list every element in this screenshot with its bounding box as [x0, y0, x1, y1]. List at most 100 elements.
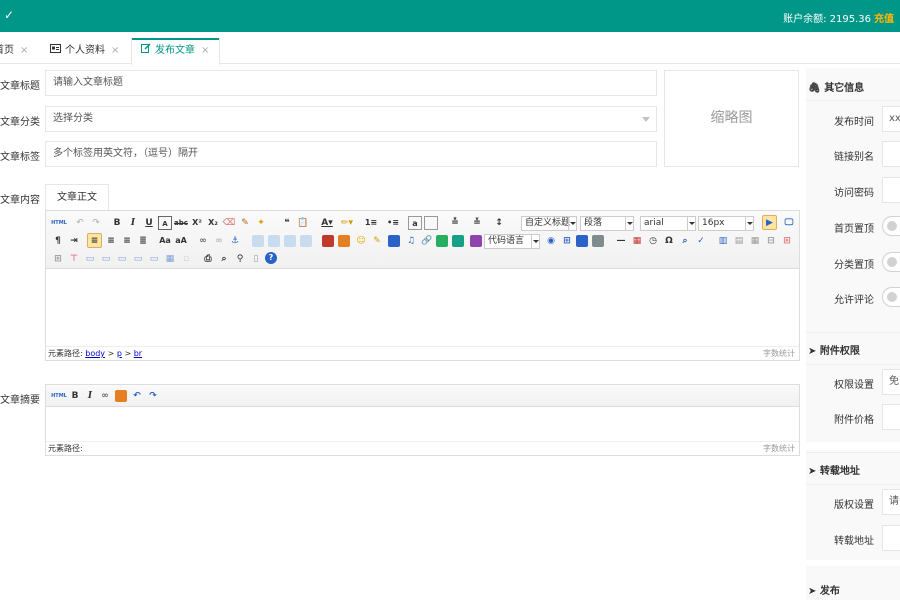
publish-time-input[interactable]: xx [882, 106, 900, 132]
blockquote-icon[interactable]: ❝ [280, 216, 294, 230]
merge-down-icon[interactable]: ▭ [115, 252, 129, 266]
row-spacing-bottom-icon[interactable]: ≚ [470, 216, 484, 230]
allow-comment-switch[interactable] [882, 287, 900, 307]
fullscreen-icon[interactable]: 🖵 [782, 216, 796, 230]
music-icon[interactable]: ♫ [404, 234, 418, 248]
insert-row-icon[interactable]: ⊟ [764, 234, 778, 248]
path-br-link[interactable]: br [134, 349, 142, 358]
font-border-icon[interactable]: A [158, 216, 172, 230]
link-icon[interactable]: ∞ [196, 234, 210, 248]
attachment-icon[interactable]: 🔗 [420, 234, 434, 248]
tags-input[interactable]: 多个标签用英文符，（逗号）隔开 [45, 141, 657, 167]
eraser-icon[interactable]: ⌫ [222, 216, 236, 230]
undo-icon[interactable]: ↶ [130, 389, 144, 403]
insert-frame-icon[interactable] [470, 235, 482, 247]
split-cells-icon[interactable]: ▭ [131, 252, 145, 266]
indent-icon[interactable]: ¶ [51, 234, 65, 248]
tab-profile[interactable]: 个人资料 × [50, 38, 130, 64]
recharge-link[interactable]: 充值 [874, 14, 894, 25]
font-family-select[interactable]: arial [640, 216, 696, 231]
horizontal-rule-icon[interactable]: — [614, 234, 628, 248]
align-center-icon[interactable]: ≡ [104, 234, 118, 248]
delete-table-icon[interactable]: ▤ [732, 234, 746, 248]
chart-icon[interactable]: ▫ [179, 252, 193, 266]
bold-icon[interactable]: B [68, 389, 82, 403]
superscript-icon[interactable]: X² [190, 216, 204, 230]
price-input[interactable] [882, 404, 900, 430]
paragraph-format-icon[interactable]: ⇥ [67, 234, 81, 248]
insert-paragraph-icon[interactable]: ▦ [748, 234, 762, 248]
font-color-icon[interactable]: A▾ [320, 216, 334, 230]
search-replace-icon[interactable]: ⌕ [678, 234, 692, 248]
paragraph-select[interactable]: 段落 [580, 216, 634, 231]
tab-publish-article[interactable]: 发布文章 × [131, 38, 220, 65]
print-icon[interactable]: ⎙ [201, 252, 215, 266]
close-icon[interactable]: × [20, 45, 28, 56]
insert-image-icon[interactable] [115, 390, 127, 402]
html-source-button[interactable]: HTML [51, 216, 67, 230]
select-all-icon[interactable]: a [408, 216, 422, 230]
split-cols-icon[interactable]: ▦ [163, 252, 177, 266]
directionality-icon[interactable]: ▶ [762, 215, 777, 230]
google-map-icon[interactable] [452, 235, 464, 247]
insert-video-icon[interactable] [388, 235, 400, 247]
permission-select[interactable]: 免 [882, 369, 900, 395]
thumbnail-upload[interactable]: 缩略图 [664, 70, 799, 167]
font-size-select[interactable]: 16px [698, 216, 754, 231]
auto-format-icon[interactable]: ✦ [254, 216, 268, 230]
emotion-icon[interactable]: ☺ [354, 234, 368, 248]
strikethrough-icon[interactable]: abc [174, 216, 188, 230]
time-icon[interactable]: ◷ [646, 234, 660, 248]
title-input[interactable]: 请输入文章标题 [45, 70, 657, 96]
close-icon[interactable]: × [111, 45, 119, 56]
tab-content-body[interactable]: 文章正文 [45, 184, 109, 210]
italic-icon[interactable]: I [83, 389, 97, 403]
unordered-list-icon[interactable]: •≡ [386, 216, 400, 230]
password-input[interactable] [882, 177, 900, 203]
image-left-icon[interactable] [268, 235, 280, 247]
clear-doc-icon[interactable] [424, 216, 438, 230]
merge-right-icon[interactable]: ▭ [99, 252, 113, 266]
word-image-icon[interactable] [592, 235, 604, 247]
format-painter-icon[interactable]: ✎ [238, 216, 252, 230]
help-icon[interactable]: ? [265, 252, 277, 264]
ordered-list-icon[interactable]: 1≡ [364, 216, 378, 230]
preview-icon[interactable]: ⌕ [217, 252, 231, 266]
drafts-icon[interactable]: ▯ [249, 252, 263, 266]
category-select[interactable]: 选择分类 [45, 106, 657, 132]
template-icon[interactable]: ⊞ [560, 234, 574, 248]
redo-icon[interactable]: ↷ [89, 216, 103, 230]
code-language-select[interactable]: 代码语言 [484, 234, 540, 249]
alias-input[interactable] [882, 141, 900, 167]
search-icon[interactable]: ⚲ [233, 252, 247, 266]
link-icon[interactable]: ∞ [98, 389, 112, 403]
redo-icon[interactable]: ↷ [146, 389, 160, 403]
heading-select[interactable]: 自定义标题 [521, 216, 577, 231]
special-char-icon[interactable]: Ω [662, 234, 676, 248]
uppercase-icon[interactable]: Aa [158, 234, 172, 248]
image-none-icon[interactable] [252, 235, 264, 247]
unlink-icon[interactable]: ∞ [212, 234, 226, 248]
close-icon[interactable]: × [201, 45, 209, 56]
html-source-button[interactable]: HTML [51, 389, 67, 403]
subscript-icon[interactable]: X₂ [206, 216, 220, 230]
insert-table-icon[interactable]: ▥ [716, 234, 730, 248]
path-body-link[interactable]: body [85, 349, 105, 358]
line-height-icon[interactable]: ↕ [492, 216, 506, 230]
underline-icon[interactable]: U [142, 216, 156, 230]
page-break-icon[interactable]: ◉ [544, 234, 558, 248]
scrawl-icon[interactable]: ✎ [370, 234, 384, 248]
anchor-icon[interactable]: ⚓ [228, 234, 242, 248]
map-icon[interactable] [436, 235, 448, 247]
insert-image-icon[interactable] [338, 235, 350, 247]
home-top-switch[interactable] [882, 216, 900, 236]
align-justify-icon[interactable]: ≣ [136, 234, 150, 248]
merge-cells-icon[interactable]: ▭ [83, 252, 97, 266]
paste-plain-icon[interactable]: 📋 [296, 216, 310, 230]
split-rows-icon[interactable]: ▭ [147, 252, 161, 266]
copyright-select[interactable]: 请 [882, 489, 900, 515]
path-p-link[interactable]: p [117, 349, 122, 358]
check-icon[interactable]: ✓ [4, 8, 14, 22]
tab-home[interactable]: 首页 × [0, 38, 39, 64]
italic-icon[interactable]: I [126, 216, 140, 230]
